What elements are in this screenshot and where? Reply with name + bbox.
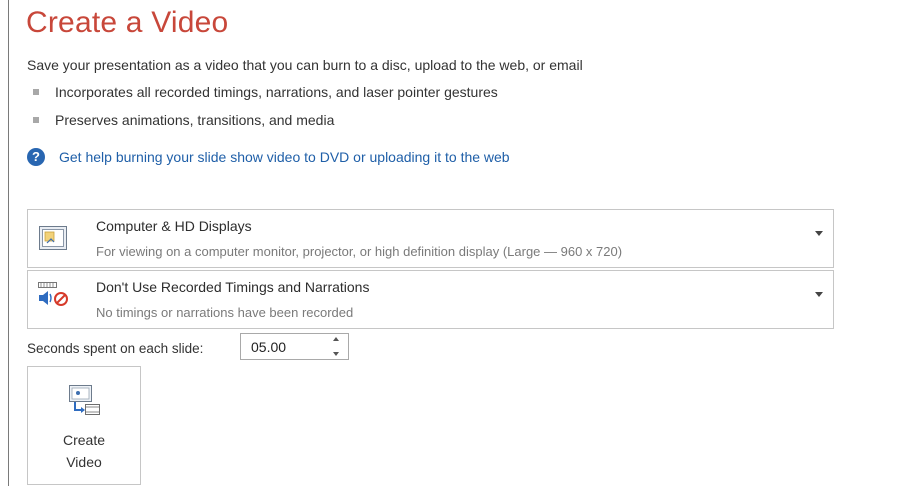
help-question-icon: ? bbox=[27, 148, 45, 166]
bullet-item: Incorporates all recorded timings, narra… bbox=[33, 84, 498, 100]
monitor-icon bbox=[39, 226, 67, 250]
video-quality-dropdown[interactable]: Computer & HD Displays For viewing on a … bbox=[27, 209, 834, 268]
quality-subtitle: For viewing on a computer monitor, proje… bbox=[96, 244, 623, 259]
seconds-spinner[interactable]: 05.00 bbox=[240, 333, 349, 360]
timings-subtitle: No timings or narrations have been recor… bbox=[96, 305, 354, 320]
bullet-text: Incorporates all recorded timings, narra… bbox=[55, 84, 498, 100]
chevron-down-icon bbox=[815, 292, 823, 297]
bullet-icon bbox=[33, 117, 39, 124]
create-video-button[interactable]: Create Video bbox=[27, 366, 141, 485]
help-link[interactable]: ? Get help burning your slide show video… bbox=[27, 148, 510, 166]
help-link-text[interactable]: Get help burning your slide show video t… bbox=[59, 149, 510, 165]
create-video-label-line1: Create bbox=[62, 432, 106, 448]
bullet-item: Preserves animations, transitions, and m… bbox=[33, 112, 334, 128]
spin-down-icon[interactable] bbox=[333, 352, 339, 356]
description-text: Save your presentation as a video that y… bbox=[27, 57, 583, 73]
bullet-text: Preserves animations, transitions, and m… bbox=[55, 112, 335, 128]
chevron-down-icon bbox=[815, 231, 823, 236]
seconds-value[interactable]: 05.00 bbox=[251, 339, 286, 355]
page-title: Create a Video bbox=[26, 6, 229, 39]
timings-title: Don't Use Recorded Timings and Narration… bbox=[96, 279, 370, 295]
timings-narrations-dropdown[interactable]: Don't Use Recorded Timings and Narration… bbox=[27, 270, 834, 329]
seconds-label: Seconds spent on each slide: bbox=[27, 341, 204, 356]
create-video-icon bbox=[69, 385, 100, 415]
create-video-label-line2: Video bbox=[66, 454, 102, 470]
quality-title: Computer & HD Displays bbox=[96, 218, 252, 234]
no-narration-icon bbox=[38, 282, 68, 306]
spinner-arrows[interactable] bbox=[332, 337, 340, 356]
bullet-icon bbox=[33, 89, 39, 96]
spin-up-icon[interactable] bbox=[333, 337, 339, 341]
